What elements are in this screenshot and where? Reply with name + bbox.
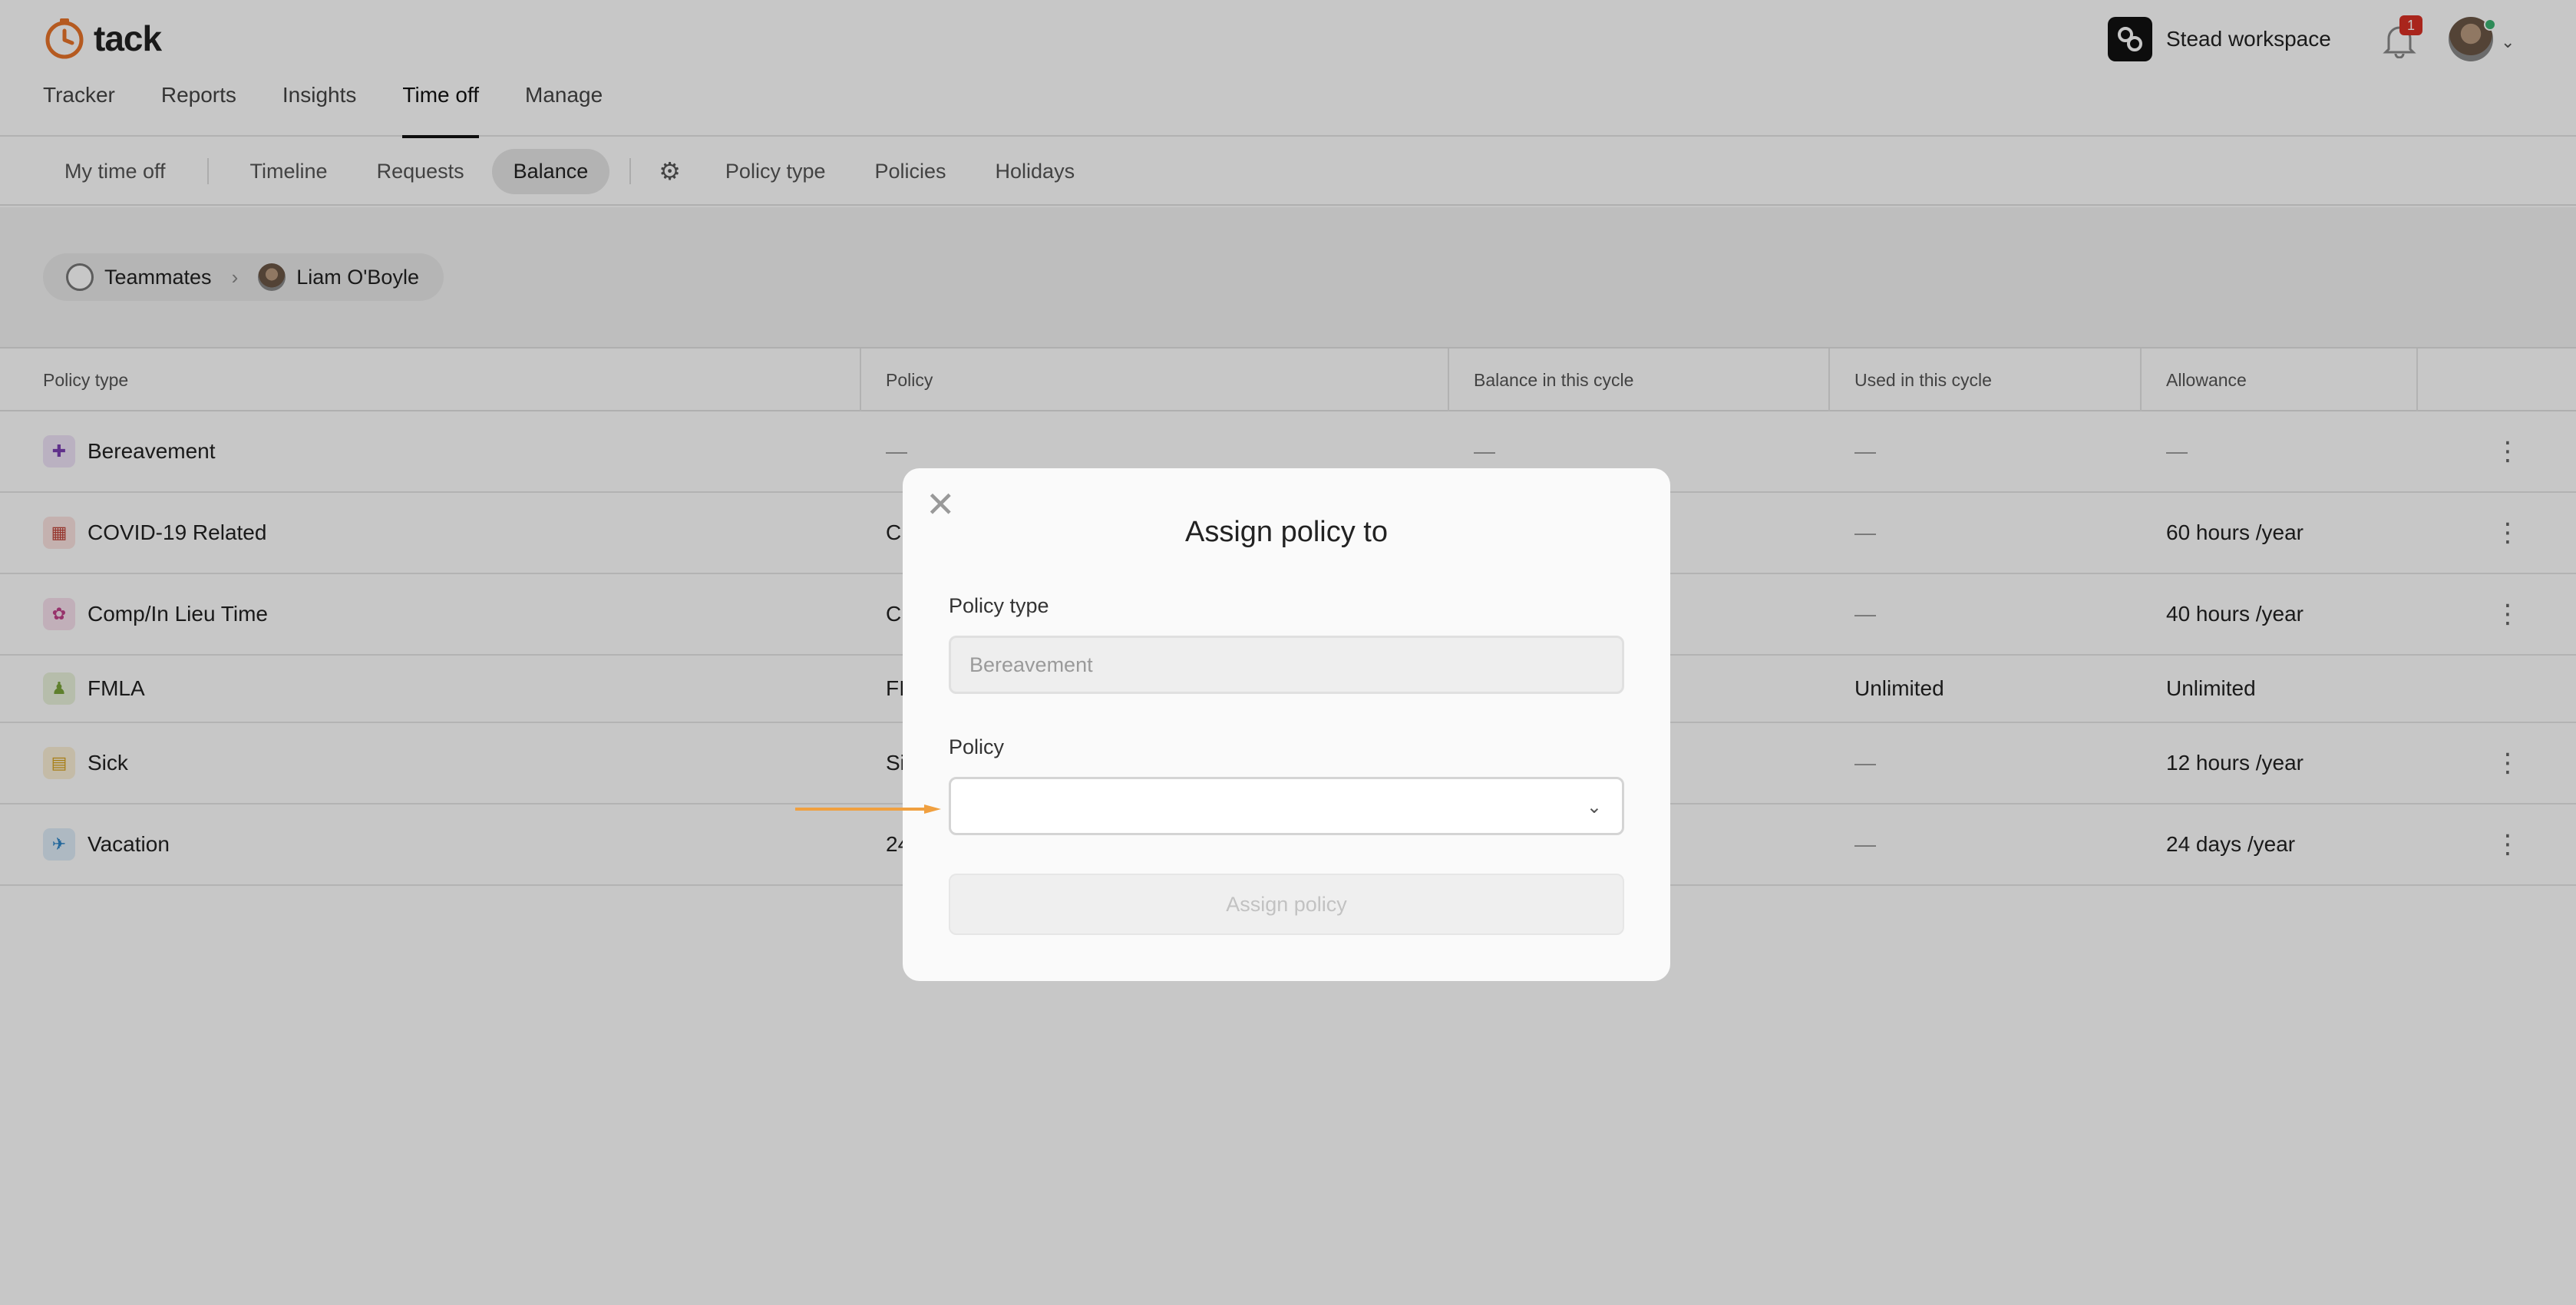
policy-label: Policy <box>949 735 1005 758</box>
policy-select[interactable]: ⌄ <box>949 777 1624 835</box>
assign-policy-button[interactable]: Assign policy <box>949 874 1624 935</box>
arrow-right-icon <box>795 804 941 814</box>
policy-type-field: Bereavement <box>949 636 1624 694</box>
chevron-down-icon: ⌄ <box>1586 797 1602 818</box>
modal-title: Assign policy to <box>1184 516 1388 548</box>
assign-policy-modal: ✕ Assign policy to Policy type Bereaveme… <box>903 468 1670 981</box>
policy-type-label: Policy type <box>949 594 1049 617</box>
